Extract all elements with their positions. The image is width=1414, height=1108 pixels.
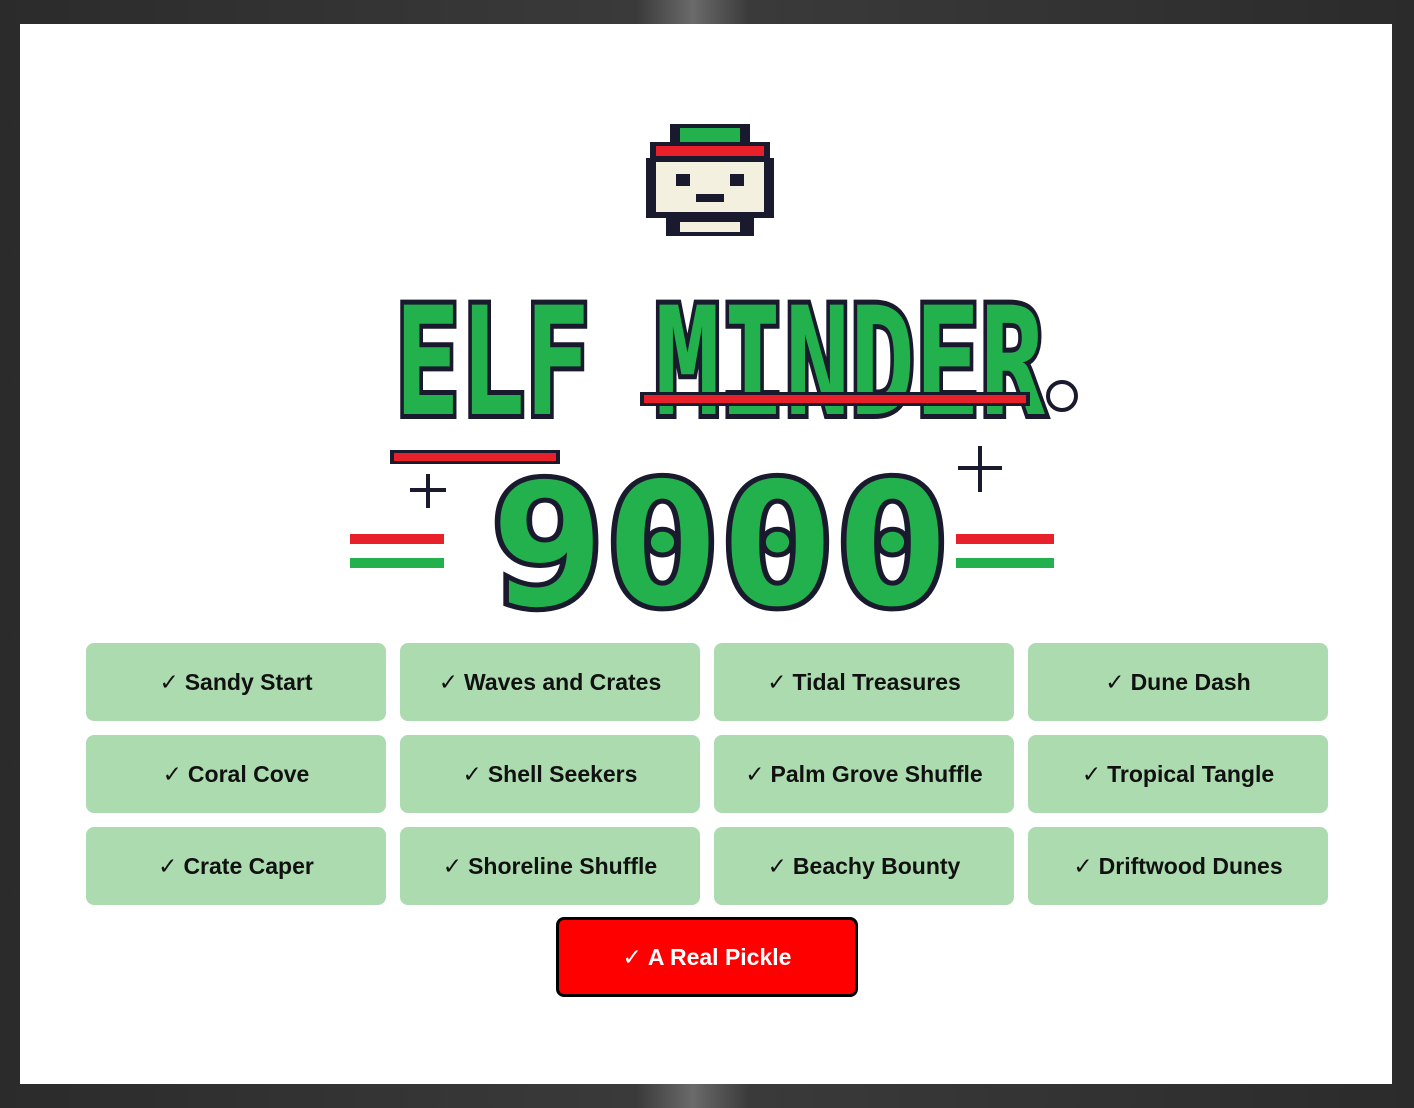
level-grid: ✓ Sandy Start ✓ Waves and Crates ✓ Tidal Trea…: [86, 643, 1328, 905]
logo-title-text-1: ELF MINDER: [395, 276, 1045, 450]
check-icon: ✓: [1081, 760, 1102, 787]
level-button-shoreline-shuffle[interactable]: ✓ Shoreline Shuffle: [400, 827, 700, 905]
check-icon: ✓: [1073, 852, 1093, 879]
level-button-palm-grove-shuffle[interactable]: ✓ Palm Grove Shuffle: [714, 735, 1014, 813]
level-label: Coral Cove: [187, 760, 310, 787]
level-label: Tropical Tangle: [1107, 760, 1275, 787]
check-icon: ✓: [159, 668, 179, 695]
level-button-shell-seekers[interactable]: ✓ Shell Seekers: [400, 735, 700, 813]
level-button-beachy-bounty[interactable]: ✓ Beachy Bounty: [714, 827, 1014, 905]
check-icon: ✓: [767, 852, 787, 879]
level-button-sandy-start[interactable]: ✓ Sandy Start: [86, 643, 386, 721]
level-label: Beachy Bounty: [792, 852, 961, 879]
elf-head-icon: [646, 124, 774, 236]
check-icon: ✓: [1105, 668, 1125, 695]
main-panel: ELF MINDER 9000 ✓ Sandy Start ✓ Waves an…: [20, 24, 1392, 1084]
logo-title-text-2: 9000: [490, 447, 950, 634]
level-button-crate-caper[interactable]: ✓ Crate Caper: [86, 827, 386, 905]
level-button-tidal-treasures[interactable]: ✓ Tidal Treasures: [714, 643, 1014, 721]
level-label: Shell Seekers: [487, 760, 638, 787]
level-label: Driftwood Dunes: [1098, 852, 1283, 879]
level-button-coral-cove[interactable]: ✓ Coral Cove: [86, 735, 386, 813]
window-frame: ELF MINDER 9000 ✓ Sandy Start ✓ Waves an…: [0, 0, 1414, 1108]
check-icon: ✓: [745, 760, 765, 787]
check-icon: ✓: [442, 852, 463, 879]
check-icon: ✓: [462, 760, 482, 787]
level-label: Palm Grove Shuffle: [770, 760, 983, 787]
level-label: Tidal Treasures: [792, 668, 961, 695]
level-label: Sandy Start: [184, 668, 313, 695]
level-button-driftwood-dunes[interactable]: ✓ Driftwood Dunes: [1028, 827, 1328, 905]
check-icon: ✓: [767, 668, 787, 695]
level-button-a-real-pickle[interactable]: ✓ A Real Pickle: [556, 917, 858, 997]
level-label: Shoreline Shuffle: [468, 852, 658, 879]
check-icon: ✓: [162, 760, 182, 787]
level-label: Crate Caper: [183, 852, 314, 879]
level-label: Dune Dash: [1130, 668, 1251, 695]
check-icon: ✓: [158, 852, 178, 879]
level-label: Waves and Crates: [463, 668, 662, 695]
check-icon: ✓: [438, 668, 458, 695]
logo-title-line2: 9000: [350, 442, 1054, 634]
logo-title-line1: ELF MINDER: [390, 271, 1078, 464]
game-logo: ELF MINDER 9000: [350, 124, 1078, 634]
level-button-waves-and-crates[interactable]: ✓ Waves and Crates: [400, 643, 700, 721]
level-button-dune-dash[interactable]: ✓ Dune Dash: [1028, 643, 1328, 721]
level-button-tropical-tangle[interactable]: ✓ Tropical Tangle: [1028, 735, 1328, 813]
check-icon: ✓: [622, 943, 642, 970]
level-label: A Real Pickle: [647, 943, 792, 970]
